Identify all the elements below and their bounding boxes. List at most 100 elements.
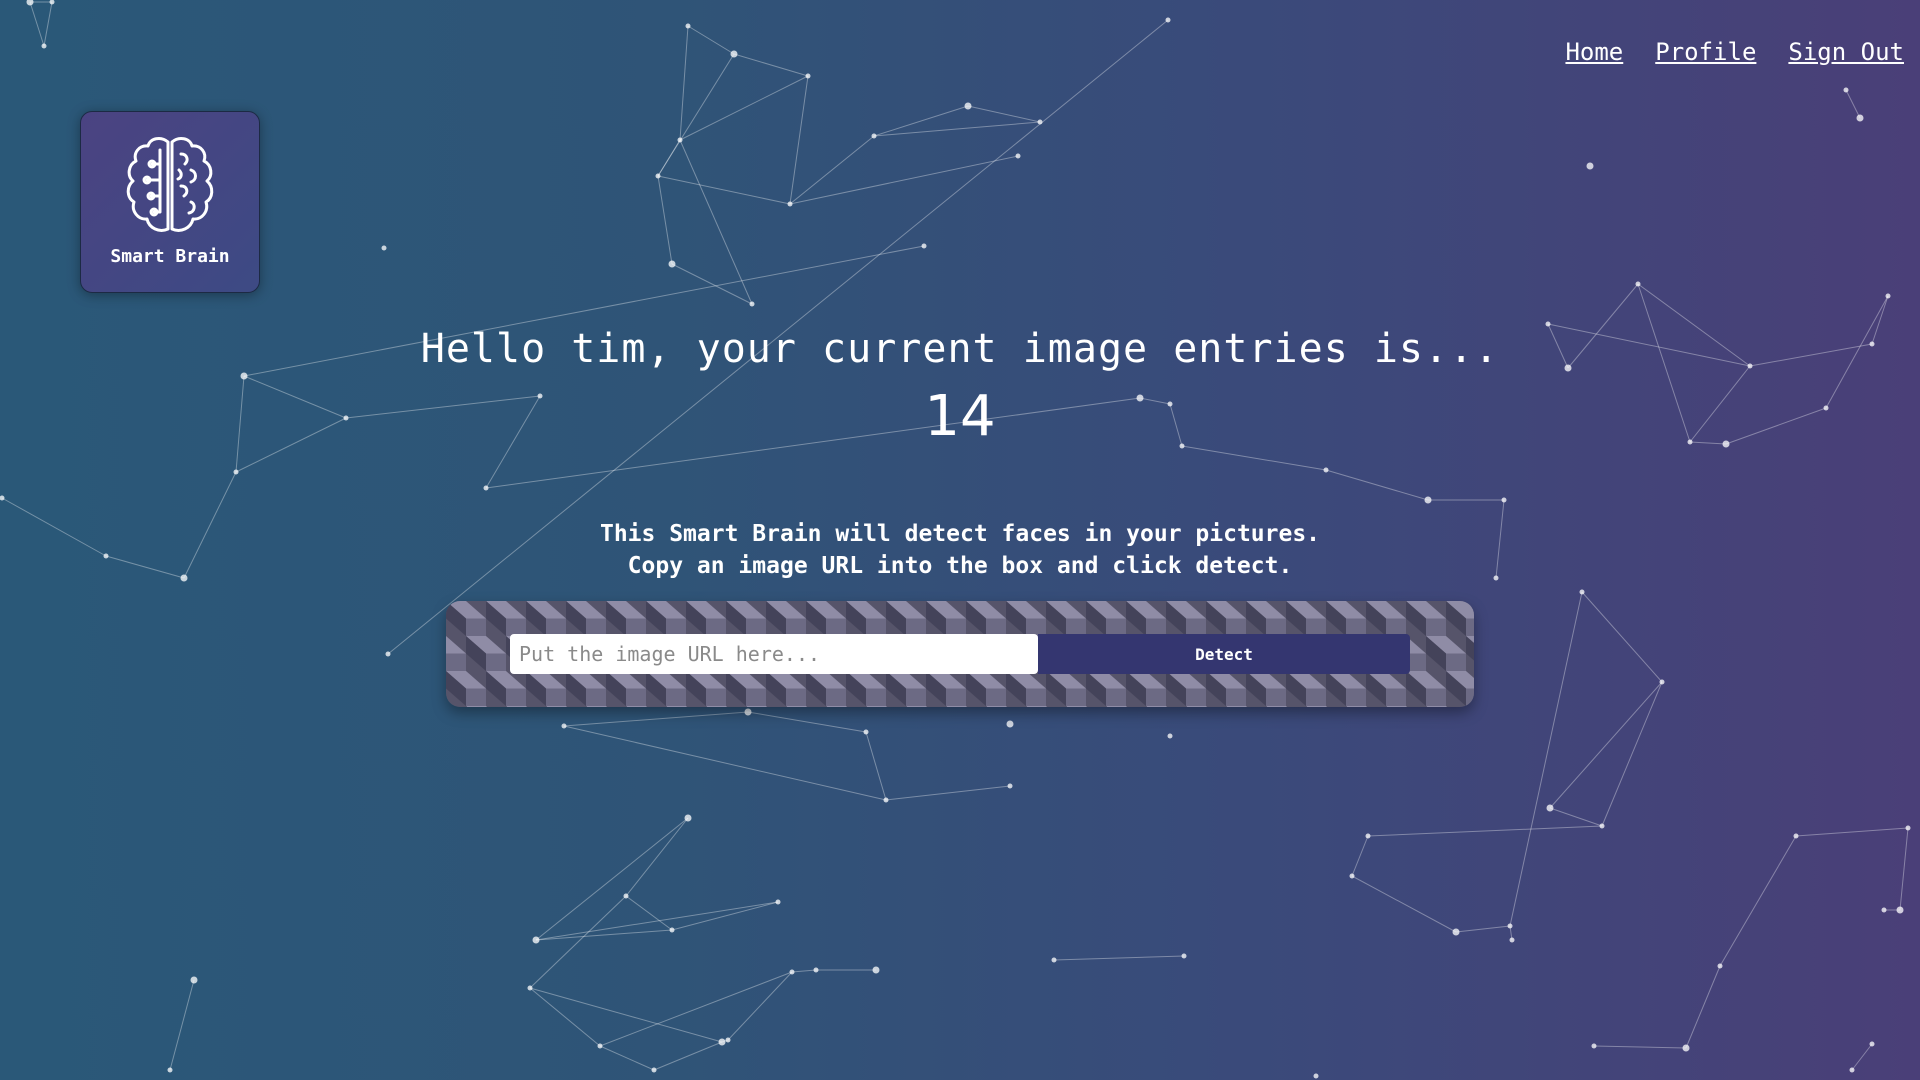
particle-link — [529, 987, 601, 1047]
particle-dot — [684, 814, 692, 822]
particle-dot — [964, 102, 972, 110]
pattern-tile — [1426, 618, 1446, 636]
particle-dot — [789, 969, 795, 975]
particle-dot — [813, 967, 819, 973]
pattern-tile — [1466, 688, 1474, 706]
pattern-tile — [666, 688, 686, 706]
pattern-tile — [466, 618, 486, 636]
instructions-line-1: This Smart Brain will detect faces in yo… — [599, 521, 1321, 547]
particle-dot — [775, 899, 781, 905]
particle-link — [1549, 681, 1663, 809]
particle-dot — [730, 50, 738, 58]
particle-dot — [532, 936, 540, 944]
pattern-tile — [1066, 688, 1086, 706]
particle-dot — [1885, 293, 1891, 299]
particle-dot — [1905, 825, 1911, 831]
particle-dot — [1586, 162, 1594, 170]
particle-dot — [1849, 1067, 1855, 1073]
particle-link — [679, 139, 753, 305]
particle-link — [679, 75, 809, 141]
particle-link — [43, 1, 53, 47]
particle-link — [1549, 807, 1603, 827]
particle-dot — [240, 372, 248, 380]
pattern-tile — [1386, 688, 1406, 706]
particle-dot — [1452, 928, 1460, 936]
particle-link — [1601, 681, 1663, 827]
image-url-form: Detect — [446, 601, 1474, 707]
pattern-tile — [1226, 688, 1246, 706]
particle-dot — [1579, 589, 1585, 595]
particle-link — [29, 1, 45, 47]
particle-link — [657, 175, 673, 265]
pattern-tile — [1446, 653, 1466, 671]
particle-dot — [1313, 1073, 1319, 1079]
particle-dot — [1167, 733, 1173, 739]
pattern-tile — [1146, 688, 1166, 706]
pattern-tile — [466, 688, 486, 706]
pattern-tile — [946, 688, 966, 706]
particle-link — [535, 929, 673, 941]
particle-link — [671, 263, 753, 305]
particle-link — [653, 1041, 723, 1071]
particle-dot — [1181, 953, 1187, 959]
particle-link — [529, 987, 723, 1043]
pattern-tile — [1466, 706, 1474, 707]
particle-link — [1053, 955, 1185, 961]
particle-link — [967, 105, 1041, 123]
detect-button[interactable]: Detect — [1038, 634, 1410, 674]
particle-dot — [1015, 153, 1021, 159]
pattern-tile — [826, 688, 846, 706]
particle-dot — [677, 137, 683, 143]
particle-link — [1181, 445, 1327, 471]
particle-dot — [1006, 720, 1014, 728]
particle-dot — [718, 1038, 726, 1046]
particle-dot — [883, 797, 889, 803]
entries-greeting: Hello tim, your current image entries is… — [420, 326, 1500, 372]
particle-link — [885, 785, 1011, 801]
particle-dot — [669, 927, 675, 933]
particle-link — [599, 1045, 655, 1071]
particle-link — [679, 25, 689, 141]
particle-dot — [1509, 937, 1515, 943]
pattern-tile — [486, 653, 506, 671]
top-nav: Home Profile Sign Out — [1565, 38, 1904, 66]
particle-dot — [1501, 497, 1507, 503]
pattern-tile — [1346, 688, 1366, 706]
particle-dot — [26, 0, 34, 6]
particle-dot — [749, 301, 755, 307]
pattern-tile — [1306, 688, 1326, 706]
particle-link — [657, 53, 735, 177]
particle-dot — [167, 1067, 173, 1073]
particle-dot — [872, 966, 880, 974]
brain-circuit-icon — [126, 137, 214, 232]
pattern-tile — [506, 688, 526, 706]
particle-link — [791, 969, 817, 973]
particle-dot — [921, 243, 927, 249]
particle-link — [535, 817, 689, 941]
pattern-tile — [1106, 688, 1126, 706]
particle-dot — [1869, 1041, 1875, 1047]
particle-dot — [1896, 906, 1904, 914]
particle-link — [727, 971, 793, 1041]
particle-link — [535, 901, 779, 941]
nav-sign-out-link[interactable]: Sign Out — [1788, 38, 1904, 66]
particle-dot — [1037, 119, 1043, 125]
particle-link — [563, 711, 749, 727]
particle-link — [1351, 875, 1457, 933]
particle-dot — [1856, 114, 1864, 122]
image-url-input[interactable] — [510, 634, 1038, 674]
particle-dot — [483, 485, 489, 491]
particle-link — [529, 895, 627, 989]
nav-home-link[interactable]: Home — [1565, 38, 1623, 66]
particle-dot — [0, 495, 5, 501]
pattern-tile — [986, 688, 1006, 706]
particle-link — [733, 53, 809, 77]
particle-dot — [1365, 833, 1371, 839]
pattern-tile — [1266, 688, 1286, 706]
particle-link — [563, 725, 887, 801]
nav-profile-link[interactable]: Profile — [1655, 38, 1756, 66]
logo-card: Smart Brain — [80, 111, 260, 293]
particle-dot — [1843, 87, 1849, 93]
particle-dot — [385, 651, 391, 657]
particle-link — [865, 731, 887, 801]
